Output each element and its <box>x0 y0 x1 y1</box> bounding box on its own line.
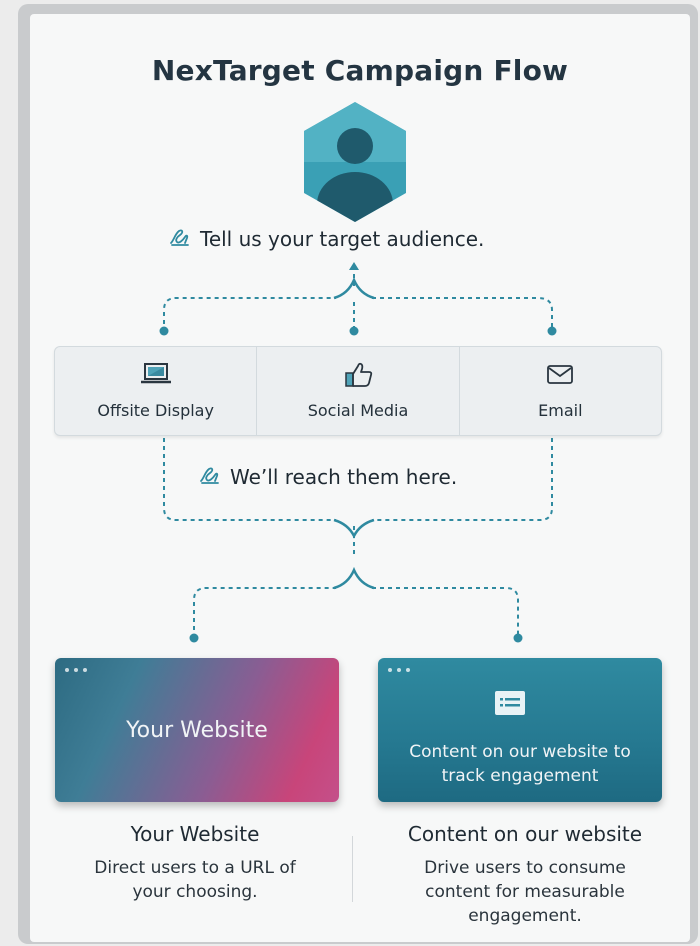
channel-label: Email <box>538 401 583 420</box>
channel-social-media[interactable]: Social Media <box>257 347 460 435</box>
top-left-dot <box>159 326 169 336</box>
channel-email[interactable]: Email <box>460 347 661 435</box>
top-junction <box>333 276 375 300</box>
laptop-icon <box>140 363 171 384</box>
your-website-card[interactable]: Your Website <box>55 658 339 802</box>
destination-heading: Your Website <box>130 822 260 846</box>
channel-offsite-display[interactable]: Offsite Display <box>55 347 258 435</box>
top-mid-dot <box>349 326 359 336</box>
top-right-dot <box>547 326 557 336</box>
top-left-connector <box>163 297 336 332</box>
bottom-right-connector <box>372 587 519 638</box>
thumbs-up-icon <box>345 362 373 387</box>
window-dots <box>65 668 87 672</box>
content-card-text: Content on our website to track engageme… <box>409 742 631 786</box>
audience-prompt-text: Tell us your target audience. <box>200 227 485 251</box>
channel-bar: Offsite Display Social Media Email <box>54 346 662 436</box>
bottom-junction <box>333 566 375 590</box>
bottom-left-connector <box>193 587 336 638</box>
destination-description: Drive users to consume content for measu… <box>424 858 626 926</box>
signature-icon <box>170 229 189 246</box>
column-divider <box>352 836 353 902</box>
window-dots <box>388 668 410 672</box>
channel-label: Offsite Display <box>97 401 214 420</box>
your-website-card-text: Your Website <box>126 718 268 743</box>
content-description: Content on our website Drive users to co… <box>370 822 680 928</box>
top-arrowhead <box>349 262 359 270</box>
content-card[interactable]: Content on our website to track engageme… <box>378 658 662 802</box>
audience-prompt: Tell us your target audience. <box>168 226 484 251</box>
destination-description: Direct users to a URL of your choosing. <box>94 858 296 902</box>
your-website-description: Your Website Direct users to a URL of yo… <box>40 822 350 904</box>
user-avatar-icon <box>304 102 406 222</box>
destination-heading: Content on our website <box>407 822 643 846</box>
bottom-right-dot <box>513 633 523 643</box>
reach-prompt-text: We’ll reach them here. <box>230 465 458 489</box>
reach-prompt: We’ll reach them here. <box>198 464 457 489</box>
top-right-connector <box>372 297 553 332</box>
channel-label: Social Media <box>307 401 409 420</box>
content-list-icon <box>495 691 525 715</box>
flow-panel: NexTarget Campaign Flow Tell us your tar… <box>30 14 690 942</box>
signature-icon <box>200 467 219 484</box>
bottom-left-dot <box>189 633 199 643</box>
envelope-icon <box>547 365 574 384</box>
